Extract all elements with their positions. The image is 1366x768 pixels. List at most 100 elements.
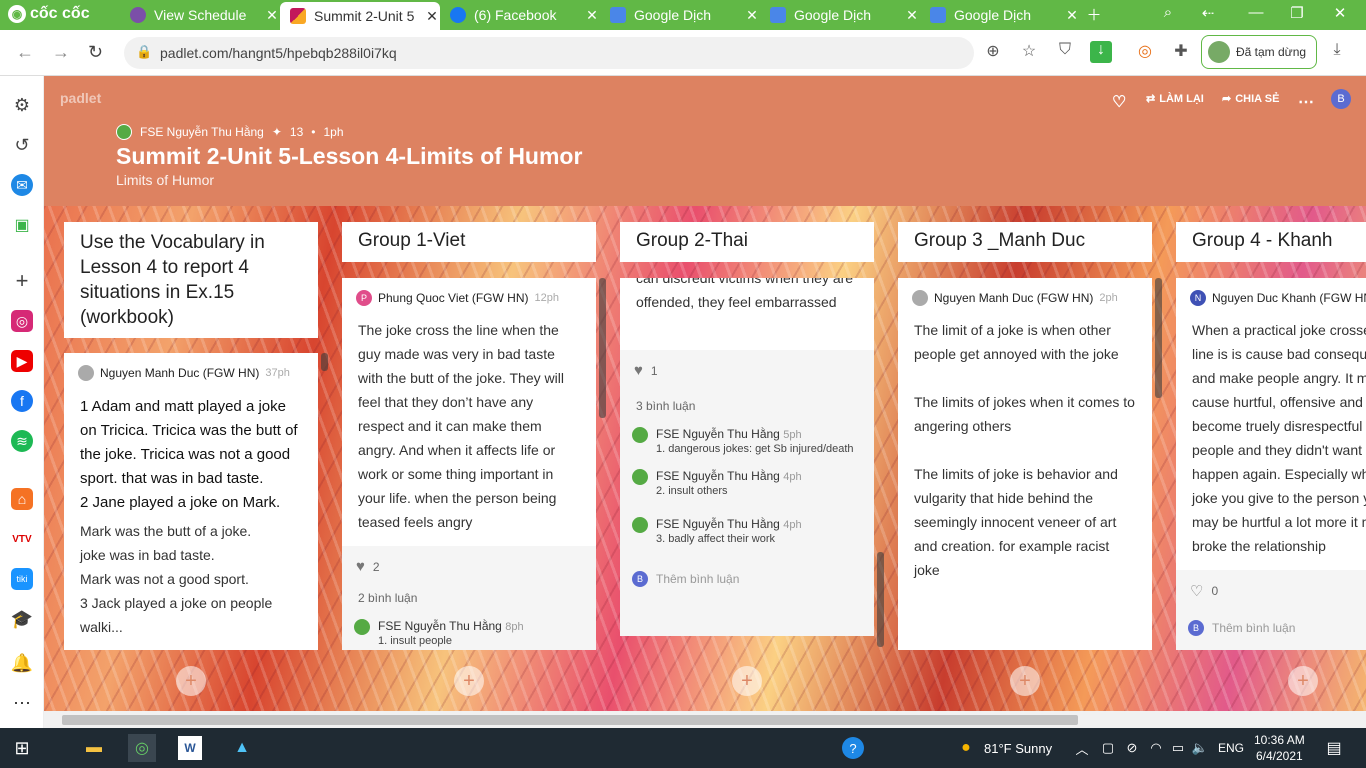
coccoc-ext-icon[interactable]: ◎ xyxy=(1134,41,1156,63)
scrollbar[interactable] xyxy=(1155,278,1162,398)
extensions-icon[interactable]: ✚ xyxy=(1170,41,1192,63)
close-icon[interactable]: ✕ xyxy=(744,7,760,24)
add-icon[interactable]: ⊕ xyxy=(982,41,1004,63)
heart-icon[interactable]: ♡ xyxy=(1112,92,1126,112)
coccoc-taskbar-icon[interactable]: ◎ xyxy=(128,734,156,762)
forward-icon[interactable]: → xyxy=(52,42,70,63)
chevron-up-icon[interactable]: ︿ xyxy=(1068,734,1096,762)
add-post-button[interactable]: + xyxy=(732,666,762,696)
close-window-button[interactable]: ✕ xyxy=(1328,4,1352,22)
more-icon[interactable]: ⋯ xyxy=(1298,92,1314,112)
close-icon[interactable]: ✕ xyxy=(264,7,280,24)
minimize-button[interactable]: — xyxy=(1244,4,1268,21)
scrollbar[interactable] xyxy=(877,552,884,647)
shop-icon[interactable]: ⌂ xyxy=(11,488,33,510)
close-icon[interactable]: ✕ xyxy=(584,7,600,24)
instagram-icon[interactable]: ◎ xyxy=(11,310,33,332)
add-comment-button[interactable]: B Thêm bình luận xyxy=(1176,612,1366,644)
tab-view-schedule[interactable]: View Schedule ✕ xyxy=(120,0,280,30)
photos-icon[interactable]: ▲ xyxy=(228,734,256,762)
padlet-logo[interactable]: padlet xyxy=(60,90,101,106)
star-icon[interactable]: ☆ xyxy=(1018,41,1040,63)
post-card[interactable]: Nguyen Manh Duc (FGW HN) 2ph The limit of… xyxy=(898,278,1152,650)
browser-logo[interactable]: ◉ cốc cốc xyxy=(8,5,90,23)
heart-icon[interactable]: ♥ xyxy=(634,362,643,379)
new-tab-button[interactable]: ＋ xyxy=(1082,4,1106,25)
post-footer: ♥ 1 3 bình luận FSE Nguyễn Thu Hằng 5ph 1.… xyxy=(620,350,874,636)
heart-icon[interactable]: ♥ xyxy=(356,558,365,575)
column-header-vocabulary[interactable]: Use the Vocabulary in Lesson 4 to report… xyxy=(64,222,318,338)
column-header-group2[interactable]: Group 2-Thai xyxy=(620,222,874,262)
close-icon[interactable]: ✕ xyxy=(424,8,440,25)
tab-google-dich-3[interactable]: Google Dịch ✕ xyxy=(920,0,1080,30)
post-body: The limit of a joke is when other people… xyxy=(914,322,1135,578)
facebook-icon[interactable]: f xyxy=(11,390,33,412)
post-card[interactable]: P Phung Quoc Viet (FGW HN) 12ph The joke c… xyxy=(342,278,596,546)
more-icon[interactable]: ⋯ xyxy=(11,692,33,714)
remake-button[interactable]: ⇄ LÀM LẠI xyxy=(1146,92,1204,106)
post-body: When a practical joke crosses the line i… xyxy=(1192,322,1366,554)
avatar[interactable]: B xyxy=(1331,89,1351,109)
back-arrow-icon[interactable]: ⇠ xyxy=(1196,4,1220,22)
post-card[interactable]: N Nguyen Duc Khanh (FGW HN) When a practi… xyxy=(1176,278,1366,570)
tab-summit[interactable]: Summit 2-Unit 5 ✕ xyxy=(280,2,440,30)
reload-icon[interactable]: ↻ xyxy=(88,42,103,63)
history-icon[interactable]: ↺ xyxy=(11,134,33,156)
weather-text[interactable]: 81°F Sunny xyxy=(984,741,1052,756)
scrollbar-thumb[interactable] xyxy=(62,715,1078,725)
profile-paused-button[interactable]: Đã tạm dừng xyxy=(1201,35,1317,69)
help-icon[interactable]: ? xyxy=(842,737,864,759)
download-icon[interactable]: ⤓ xyxy=(1326,41,1348,63)
maximize-button[interactable]: ❐ xyxy=(1285,4,1309,22)
post-card[interactable]: can discredit victims when they are offe… xyxy=(620,278,874,350)
windows-start-icon[interactable]: ⊞ xyxy=(8,734,36,762)
gear-icon[interactable]: ⚙ xyxy=(11,94,33,116)
comment-count[interactable]: 2 bình luận xyxy=(342,587,596,613)
graduation-icon[interactable]: 🎓 xyxy=(11,608,33,630)
volume-icon[interactable]: 🔈 xyxy=(1186,734,1214,762)
tab-google-dich-2[interactable]: Google Dịch ✕ xyxy=(760,0,920,30)
vtv-icon[interactable]: VTV xyxy=(11,528,33,550)
close-icon[interactable]: ✕ xyxy=(1064,7,1080,24)
post-footer: ♥ 2 2 bình luận FSE Nguyễn Thu Hằng 8ph 1.… xyxy=(342,546,596,650)
avatar xyxy=(354,619,370,635)
clock[interactable]: 10:36 AM 6/4/2021 xyxy=(1254,732,1305,764)
post-card[interactable]: Nguyen Manh Duc (FGW HN) 37ph 1 Adam and … xyxy=(64,353,318,650)
heart-icon[interactable]: ♡ xyxy=(1190,582,1203,600)
add-post-button[interactable]: + xyxy=(176,666,206,696)
tab-google-dich-1[interactable]: Google Dịch ✕ xyxy=(600,0,760,30)
messenger-icon[interactable]: ✉ xyxy=(11,174,33,196)
share-button[interactable]: ➦ CHIA SẺ xyxy=(1222,92,1279,106)
word-icon[interactable]: W xyxy=(178,736,202,760)
gamepad-icon[interactable]: ▣ xyxy=(11,214,33,236)
padlet-meta: FSE Nguyễn Thu Hằng ✦ 13 • 1ph xyxy=(116,124,344,140)
shield-icon[interactable]: ⛉ xyxy=(1054,41,1076,63)
close-icon[interactable]: ✕ xyxy=(904,7,920,24)
add-post-button[interactable]: + xyxy=(1288,666,1318,696)
scrollbar[interactable] xyxy=(321,353,328,371)
spotify-icon[interactable]: ≋ xyxy=(11,430,33,452)
comment-count[interactable]: 3 bình luận xyxy=(620,391,874,421)
coccoc-icon: ◉ xyxy=(8,5,26,23)
file-explorer-icon[interactable]: ▬ xyxy=(80,734,108,762)
bell-icon[interactable]: 🔔 xyxy=(11,652,33,674)
tiki-icon[interactable]: tiki xyxy=(11,568,33,590)
back-icon[interactable]: ← xyxy=(16,42,34,63)
horizontal-scrollbar[interactable] xyxy=(44,711,1366,728)
add-post-button[interactable]: + xyxy=(454,666,484,696)
add-post-button[interactable]: + xyxy=(1010,666,1040,696)
notification-icon[interactable]: ▤ xyxy=(1320,734,1348,762)
download-ext-icon[interactable]: ↓ xyxy=(1090,41,1112,63)
tab-facebook[interactable]: (6) Facebook ✕ xyxy=(440,0,600,30)
youtube-icon[interactable]: ▶ xyxy=(11,350,33,372)
column-header-group3[interactable]: Group 3 _Manh Duc xyxy=(898,222,1152,262)
tab-search-icon[interactable]: ⌕ xyxy=(1156,4,1180,21)
avatar xyxy=(912,290,928,306)
add-comment-button[interactable]: B Thêm bình luận xyxy=(620,553,874,595)
url-field[interactable]: 🔒 padlet.com/hangnt5/hpebqb288il0i7kq xyxy=(124,37,974,69)
column-header-group4[interactable]: Group 4 - Khanh xyxy=(1176,222,1366,262)
scrollbar[interactable] xyxy=(599,278,606,418)
language-indicator[interactable]: ENG xyxy=(1218,741,1244,755)
add-icon[interactable]: + xyxy=(11,268,33,293)
column-header-group1[interactable]: Group 1-Viet xyxy=(342,222,596,262)
